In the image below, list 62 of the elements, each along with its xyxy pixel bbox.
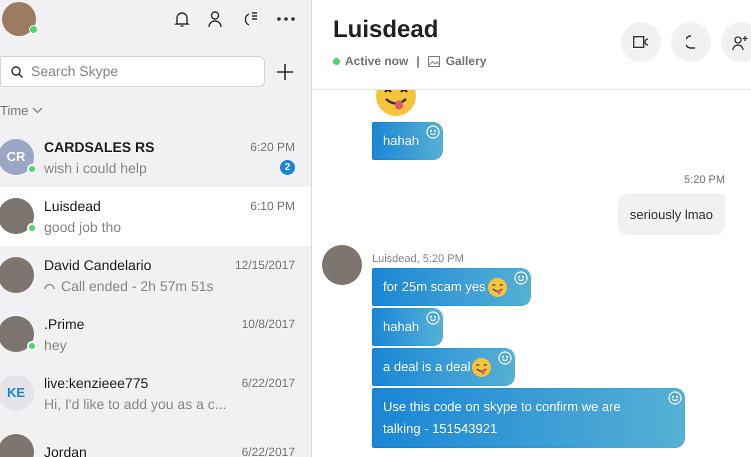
active-status: Active now xyxy=(345,53,408,70)
video-call-button[interactable] xyxy=(621,22,661,62)
add-person-button[interactable] xyxy=(721,22,751,62)
chat-list-item[interactable]: Jordan 6/22/2017 xyxy=(0,422,311,457)
avatar-photo-placeholder xyxy=(0,198,34,234)
search-icon xyxy=(11,66,23,78)
chat-list-item[interactable]: David Candelario 12/15/2017 Call ended - 2h 57m 51s xyxy=(0,246,311,304)
add-reaction-icon[interactable] xyxy=(514,271,528,285)
video-camera-icon xyxy=(632,36,650,48)
chat-list-item[interactable]: .Prime 10/8/2017 hey xyxy=(0,304,311,364)
search-field[interactable]: Search Skype xyxy=(0,56,265,87)
message-preview: hey xyxy=(44,336,67,354)
gallery-link[interactable]: Gallery xyxy=(428,52,486,70)
chat-time: 12/15/2017 xyxy=(234,256,295,274)
plus-icon[interactable] xyxy=(277,64,293,80)
message-text: hahah xyxy=(383,319,420,334)
initials-avatar: KE xyxy=(0,375,34,411)
chat-time: 6:20 PM xyxy=(250,138,295,156)
chat-time: 6:10 PM xyxy=(250,198,295,214)
add-reaction-icon[interactable] xyxy=(426,311,440,325)
avatar-photo-placeholder xyxy=(0,316,34,352)
avatar-photo-placeholder xyxy=(322,245,362,285)
message-text: a deal is a deal xyxy=(383,359,470,374)
message-text: for 25m scam yes xyxy=(383,279,486,294)
chevron-down-icon xyxy=(32,107,44,114)
add-reaction-icon[interactable] xyxy=(426,125,440,139)
contact-name: .Prime xyxy=(44,314,84,332)
add-person-icon xyxy=(732,34,749,50)
initials-avatar: CR xyxy=(0,139,34,175)
message-text: Use this code on skype to confirm we are talking - 151543921 xyxy=(383,399,621,436)
message-preview: good job tho xyxy=(44,218,122,236)
avatar-photo-placeholder xyxy=(0,257,34,293)
chat-list-item[interactable]: CR CARDSALES RS 6:20 PM wish i could help 2 xyxy=(0,128,311,186)
contact-name: Luisdead xyxy=(44,196,101,214)
chat-list-item[interactable]: KE live:kenzieee775 6/22/2017 Hi, I'd like to add you as a c... xyxy=(0,364,311,422)
sender-label: Luisdead, 5:20 PM xyxy=(372,253,465,265)
separator: | xyxy=(416,53,420,70)
message-preview: wish i could help xyxy=(44,158,147,176)
contact-name: Jordan xyxy=(44,443,87,457)
message-time: 5:20 PM xyxy=(684,173,725,188)
chat-title: Luisdead xyxy=(333,15,440,45)
bell-icon[interactable] xyxy=(174,10,190,28)
phone-icon xyxy=(686,35,696,49)
profile-avatar[interactable] xyxy=(2,2,36,36)
contact-name: David Candelario xyxy=(44,256,152,274)
sort-dropdown[interactable]: Time xyxy=(0,101,44,120)
message-preview: Call ended - 2h 57m 51s xyxy=(61,276,214,294)
chat-list-item[interactable]: Luisdead 6:10 PM good job tho xyxy=(0,186,311,246)
message-preview: Hi, I'd like to add you as a c... xyxy=(44,394,226,412)
sent-message-bubble: seriously lmao xyxy=(618,194,725,235)
contact-name: live:kenzieee775 xyxy=(44,374,148,392)
chat-time: 10/8/2017 xyxy=(242,316,295,332)
unread-count: 2 xyxy=(280,160,295,175)
person-icon[interactable] xyxy=(207,10,223,28)
chat-time: 6/22/2017 xyxy=(242,374,295,392)
search-input[interactable]: Search Skype xyxy=(31,61,231,82)
contact-name: CARDSALES RS xyxy=(44,138,154,156)
add-reaction-icon[interactable] xyxy=(498,351,512,365)
message-text: hahah xyxy=(383,133,420,148)
chat-time: 6/22/2017 xyxy=(242,444,295,457)
more-icon[interactable] xyxy=(277,17,295,21)
image-icon xyxy=(428,56,440,66)
